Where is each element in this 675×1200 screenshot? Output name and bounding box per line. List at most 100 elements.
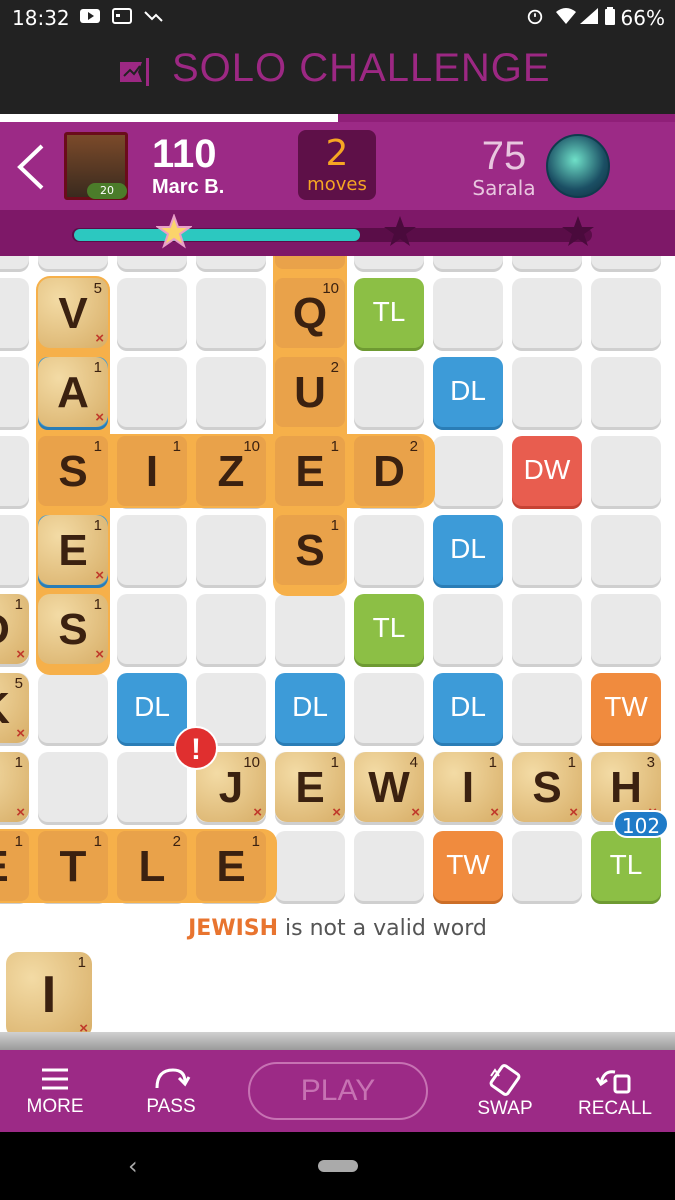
bonus-square-dl[interactable]: DL	[433, 357, 503, 427]
board-cell[interactable]	[196, 594, 266, 664]
pending-tile[interactable]: V 5 ×	[38, 278, 108, 348]
recall-button[interactable]: RECALL	[560, 1056, 670, 1130]
board-cell[interactable]	[0, 436, 29, 506]
more-label: MORE	[26, 1096, 84, 1117]
board-cell[interactable]	[0, 357, 29, 427]
nav-back-icon[interactable]: ‹	[128, 1152, 138, 1180]
pending-tile[interactable]: K5 ×	[0, 673, 29, 743]
board-cell[interactable]	[591, 357, 661, 427]
board-cell[interactable]	[354, 673, 424, 743]
board-cell[interactable]	[117, 515, 187, 585]
board-cell[interactable]	[512, 278, 582, 348]
placed-tile: I1	[117, 436, 187, 506]
board-cell[interactable]	[433, 594, 503, 664]
board-cell[interactable]	[433, 256, 503, 269]
moves-count: 2	[325, 133, 349, 174]
board-cell[interactable]	[117, 594, 187, 664]
board-cell[interactable]	[196, 357, 266, 427]
pending-tile[interactable]: S 1 ×	[38, 594, 108, 664]
board-cell[interactable]	[196, 256, 266, 269]
board-cell[interactable]	[433, 436, 503, 506]
pending-tile[interactable]: E 1 ×	[275, 752, 345, 822]
board-cell[interactable]	[512, 831, 582, 901]
board-cell[interactable]	[275, 831, 345, 901]
board-cell[interactable]	[354, 357, 424, 427]
board-cell[interactable]	[354, 831, 424, 901]
rack-tile[interactable]: I 1 ×	[6, 952, 92, 1038]
invalid-word-alert-icon[interactable]: !	[174, 726, 218, 770]
more-button[interactable]: MORE	[0, 1056, 110, 1130]
invalid-word: JEWISH	[188, 916, 279, 941]
board-cell[interactable]	[433, 278, 503, 348]
play-button[interactable]: PLAY	[248, 1062, 428, 1120]
challenge-progress-bar	[0, 114, 675, 122]
board-cell[interactable]	[196, 278, 266, 348]
pending-tile[interactable]: D1 ×	[0, 594, 29, 664]
more-icon	[42, 1068, 68, 1090]
board-cell[interactable]	[38, 673, 108, 743]
bonus-square-dl[interactable]: DL	[117, 673, 187, 743]
back-icon[interactable]	[14, 142, 48, 192]
board-cell[interactable]	[512, 515, 582, 585]
tile-points: 1	[93, 359, 102, 376]
board-cell[interactable]	[512, 256, 582, 269]
tile-points: 1	[93, 833, 102, 850]
board-cell[interactable]	[117, 752, 187, 822]
tile-letter: I	[41, 966, 57, 1024]
board-cell[interactable]	[0, 515, 29, 585]
tile-points: 2	[172, 833, 181, 850]
tile-rack[interactable]: I 1 ×	[0, 946, 675, 1038]
tile-points: 3	[646, 754, 655, 771]
board-cell[interactable]	[591, 256, 661, 269]
tile-letter: A	[57, 368, 89, 417]
bonus-square-dl[interactable]: DL	[433, 515, 503, 585]
swap-button[interactable]: SWAP	[450, 1056, 560, 1130]
pending-tile[interactable]: A 1 ×	[38, 357, 108, 427]
board-cell[interactable]	[512, 357, 582, 427]
board-cell[interactable]	[275, 594, 345, 664]
opponent-avatar[interactable]	[546, 134, 610, 198]
tile-points: 1	[14, 754, 23, 771]
pending-tile[interactable]: E 1 ×	[38, 515, 108, 585]
bonus-square-tl[interactable]: TL	[354, 278, 424, 348]
pass-button[interactable]: PASS	[116, 1056, 226, 1130]
pending-tile[interactable]: W 4 ×	[354, 752, 424, 822]
bonus-square-dl[interactable]: DL	[433, 673, 503, 743]
bonus-square-tw[interactable]: TW	[591, 673, 661, 743]
bonus-square-dl[interactable]: DL	[275, 673, 345, 743]
tile-points: 1	[172, 438, 181, 455]
board-cell[interactable]	[354, 256, 424, 269]
board-cell[interactable]	[196, 515, 266, 585]
tile-letter: L	[138, 842, 166, 891]
tile-points: 5	[93, 280, 102, 297]
bonus-square-tw[interactable]: TW	[433, 831, 503, 901]
board-cell[interactable]	[38, 752, 108, 822]
tile-points: 1	[567, 754, 576, 771]
player-avatar[interactable]: 20	[64, 132, 128, 200]
board-cell[interactable]	[0, 278, 29, 348]
board-cell[interactable]	[117, 256, 187, 269]
board-cell[interactable]	[591, 278, 661, 348]
game-board[interactable]: TLLDLDWLDLTLDLDLDLTWTWTLAV5×Q10A1×U2S1I1…	[0, 256, 675, 910]
board-cell[interactable]	[117, 278, 187, 348]
board-cell[interactable]	[117, 357, 187, 427]
board-cell[interactable]	[38, 256, 108, 269]
bonus-square-dw[interactable]: DW	[512, 436, 582, 506]
calendar-icon	[112, 8, 132, 24]
board-cell[interactable]	[354, 515, 424, 585]
pending-tile[interactable]: I 1 ×	[433, 752, 503, 822]
board-cell[interactable]	[0, 256, 29, 269]
board-cell[interactable]	[591, 436, 661, 506]
board-cell[interactable]	[591, 515, 661, 585]
board-cell[interactable]	[512, 594, 582, 664]
tile-mark-icon: ×	[16, 804, 25, 821]
board-cell[interactable]	[512, 673, 582, 743]
board-cell[interactable]	[591, 594, 661, 664]
placed-tile: Z 10	[196, 436, 266, 506]
pending-tile[interactable]: 1 ×	[0, 752, 29, 822]
pending-tile[interactable]: S 1 ×	[512, 752, 582, 822]
bonus-square-tl[interactable]: TL	[591, 831, 661, 901]
bonus-square-tl[interactable]: TL	[354, 594, 424, 664]
placed-tile: E1	[196, 831, 266, 901]
home-pill[interactable]	[318, 1160, 358, 1172]
